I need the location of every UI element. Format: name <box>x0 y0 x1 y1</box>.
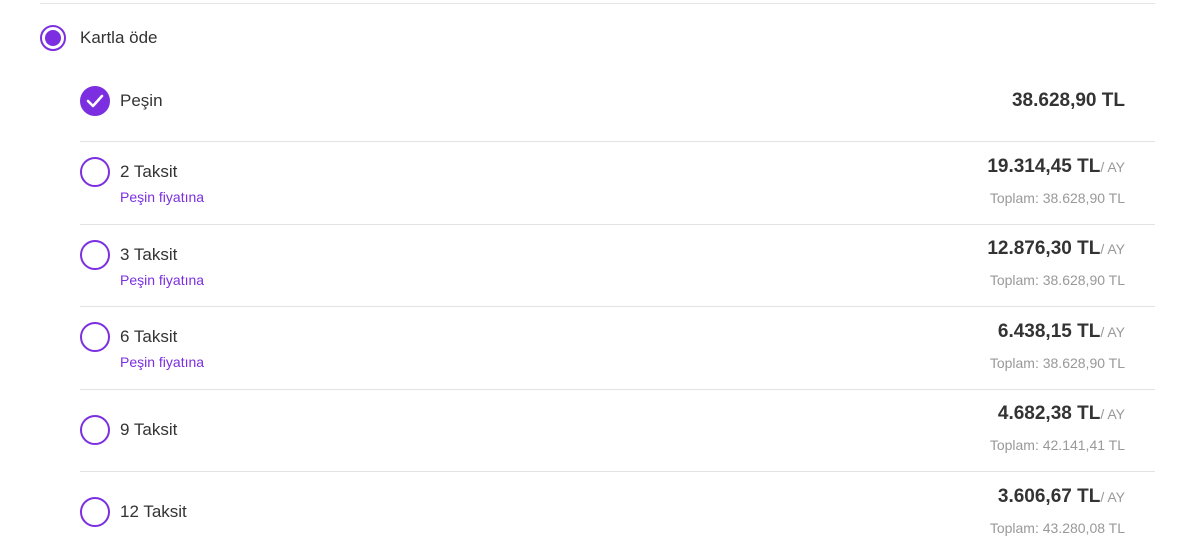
plan-total: Toplam: 38.628,90 TL <box>989 272 1125 288</box>
plan-price: 6.438,15 TL/ AY <box>998 321 1125 343</box>
price-amount: 3.606,67 TL <box>997 486 1101 507</box>
price-unit: / AY <box>1100 489 1125 505</box>
plan-row-6-taksit[interactable]: 6 Taksit Peşin fiyatına 6.438,15 TL/ AY … <box>80 307 1155 390</box>
plan-radio-6-taksit[interactable] <box>80 322 110 352</box>
plan-price: 3.606,67 TL/ AY <box>998 486 1125 508</box>
price-unit: / AY <box>1100 241 1125 257</box>
pay-by-card-radio[interactable] <box>40 25 66 51</box>
plan-name: 6 Taksit <box>120 327 178 346</box>
radio-selected-dot <box>45 30 61 46</box>
plan-name: 2 Taksit <box>120 162 178 181</box>
price-amount: 4.682,38 TL <box>997 403 1101 424</box>
plan-price: 12.876,30 TL/ AY <box>987 238 1125 260</box>
price-amount: 6.438,15 TL <box>997 321 1101 342</box>
plan-name: 12 Taksit <box>120 502 187 521</box>
pay-by-card-option[interactable]: Kartla öde <box>40 22 158 54</box>
plan-price: 38.628,90 TL <box>1011 90 1125 111</box>
plan-radio-2-taksit[interactable] <box>80 157 110 187</box>
price-amount: 12.876,30 TL <box>987 238 1101 259</box>
plan-name: Peşin <box>120 91 163 110</box>
price-unit: / AY <box>1100 324 1125 340</box>
price-amount: 19.314,45 TL <box>987 156 1101 177</box>
price-unit: / AY <box>1100 159 1125 175</box>
plan-note: Peşin fiyatına <box>120 354 205 370</box>
price-unit: / AY <box>1100 406 1125 422</box>
plan-note: Peşin fiyatına <box>120 272 205 288</box>
plan-row-pesin[interactable]: Peşin 38.628,90 TL <box>80 62 1155 142</box>
plan-row-2-taksit[interactable]: 2 Taksit Peşin fiyatına 19.314,45 TL/ AY… <box>80 142 1155 225</box>
plan-radio-12-taksit[interactable] <box>80 497 110 527</box>
plan-price: 19.314,45 TL/ AY <box>987 156 1125 178</box>
pay-by-card-label: Kartla öde <box>80 28 158 47</box>
plan-row-9-taksit[interactable]: 9 Taksit 4.682,38 TL/ AY Toplam: 42.141,… <box>80 390 1155 472</box>
plan-name: 3 Taksit <box>120 245 178 264</box>
checkmark-icon <box>86 94 104 108</box>
plan-price: 4.682,38 TL/ AY <box>998 403 1125 425</box>
plan-total: Toplam: 38.628,90 TL <box>989 190 1125 206</box>
plan-radio-9-taksit[interactable] <box>80 415 110 445</box>
plan-total: Toplam: 42.141,41 TL <box>989 437 1125 453</box>
plan-radio-pesin[interactable] <box>80 86 110 116</box>
plan-name: 9 Taksit <box>120 420 178 439</box>
plan-note: Peşin fiyatına <box>120 189 205 205</box>
plan-total: Toplam: 43.280,08 TL <box>989 520 1125 536</box>
plan-radio-3-taksit[interactable] <box>80 240 110 270</box>
top-divider <box>40 3 1155 4</box>
plan-total: Toplam: 38.628,90 TL <box>989 355 1125 371</box>
plan-row-3-taksit[interactable]: 3 Taksit Peşin fiyatına 12.876,30 TL/ AY… <box>80 225 1155 307</box>
plan-row-12-taksit[interactable]: 12 Taksit 3.606,67 TL/ AY Toplam: 43.280… <box>80 472 1155 557</box>
